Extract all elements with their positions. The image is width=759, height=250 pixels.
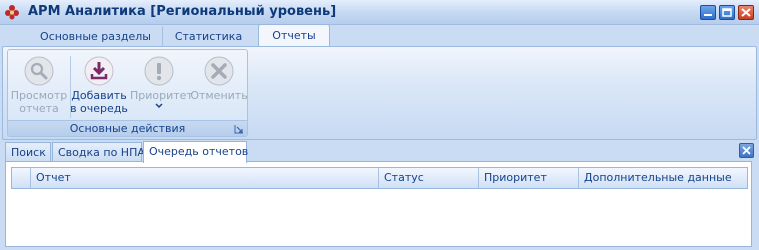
grid-body[interactable]: [11, 189, 748, 242]
ribbon-tab-strip: Основные разделы Статистика Отчеты: [0, 24, 759, 47]
column-header-status[interactable]: Статус: [378, 168, 478, 188]
exclamation-icon: [144, 56, 174, 86]
cancel-button[interactable]: Отменить: [190, 53, 248, 119]
add-to-queue-label-1: Добавить: [71, 89, 127, 102]
ribbon-group-main-actions: Просмотр отчета Добавить в очередь Приор…: [7, 49, 248, 137]
doc-tab-search[interactable]: Поиск: [5, 142, 51, 162]
cancel-x-icon: [204, 56, 234, 86]
magnifier-icon: [24, 56, 54, 86]
doc-close-button[interactable]: [739, 143, 754, 158]
row-indicator-header: [12, 168, 30, 188]
close-icon: [742, 146, 751, 155]
doc-tab-npa-summary[interactable]: Сводка по НПА: [52, 142, 145, 162]
doc-tab-report-queue[interactable]: Очередь отчетов: [143, 141, 248, 163]
minimize-icon: [704, 14, 712, 16]
close-icon: [741, 8, 751, 17]
priority-button[interactable]: Приоритет: [130, 53, 193, 119]
title-bar: АРМ Аналитика [Региональный уровень]: [0, 0, 759, 25]
maximize-button[interactable]: [719, 5, 735, 20]
download-icon: [84, 56, 114, 86]
column-header-additional-data[interactable]: Дополнительные данные: [578, 168, 747, 188]
ribbon-panel: Просмотр отчета Добавить в очередь Приор…: [2, 46, 757, 140]
ribbon-group-label: Основные действия: [8, 120, 247, 136]
view-report-label-1: Просмотр: [10, 89, 68, 102]
tab-main-sections[interactable]: Основные разделы: [28, 26, 163, 46]
column-header-report[interactable]: Отчет: [30, 168, 378, 188]
column-header-priority[interactable]: Приоритет: [478, 168, 578, 188]
chevron-down-icon: [155, 103, 163, 109]
minimize-button[interactable]: [700, 5, 716, 20]
view-report-button[interactable]: Просмотр отчета: [10, 53, 68, 119]
window-title: АРМ Аналитика [Региональный уровень]: [28, 4, 337, 19]
add-to-queue-button[interactable]: Добавить в очередь: [70, 53, 128, 119]
tab-statistics[interactable]: Статистика: [166, 26, 251, 46]
maximize-icon: [722, 8, 732, 17]
priority-label: Приоритет: [130, 89, 193, 102]
view-report-label-2: отчета: [19, 102, 59, 115]
document-area: Поиск Сводка по НПА Очередь отчетов Отче…: [2, 140, 757, 250]
add-to-queue-label-2: в очередь: [70, 102, 128, 115]
app-flower-icon: [5, 5, 19, 20]
dialog-launcher-icon[interactable]: [234, 124, 244, 134]
report-queue-panel: Отчет Статус Приоритет Дополнительные да…: [5, 161, 752, 247]
close-button[interactable]: [738, 5, 754, 20]
cancel-label: Отменить: [190, 89, 248, 102]
grid-header: Отчет Статус Приоритет Дополнительные да…: [11, 167, 748, 189]
tab-reports[interactable]: Отчеты: [258, 24, 330, 47]
